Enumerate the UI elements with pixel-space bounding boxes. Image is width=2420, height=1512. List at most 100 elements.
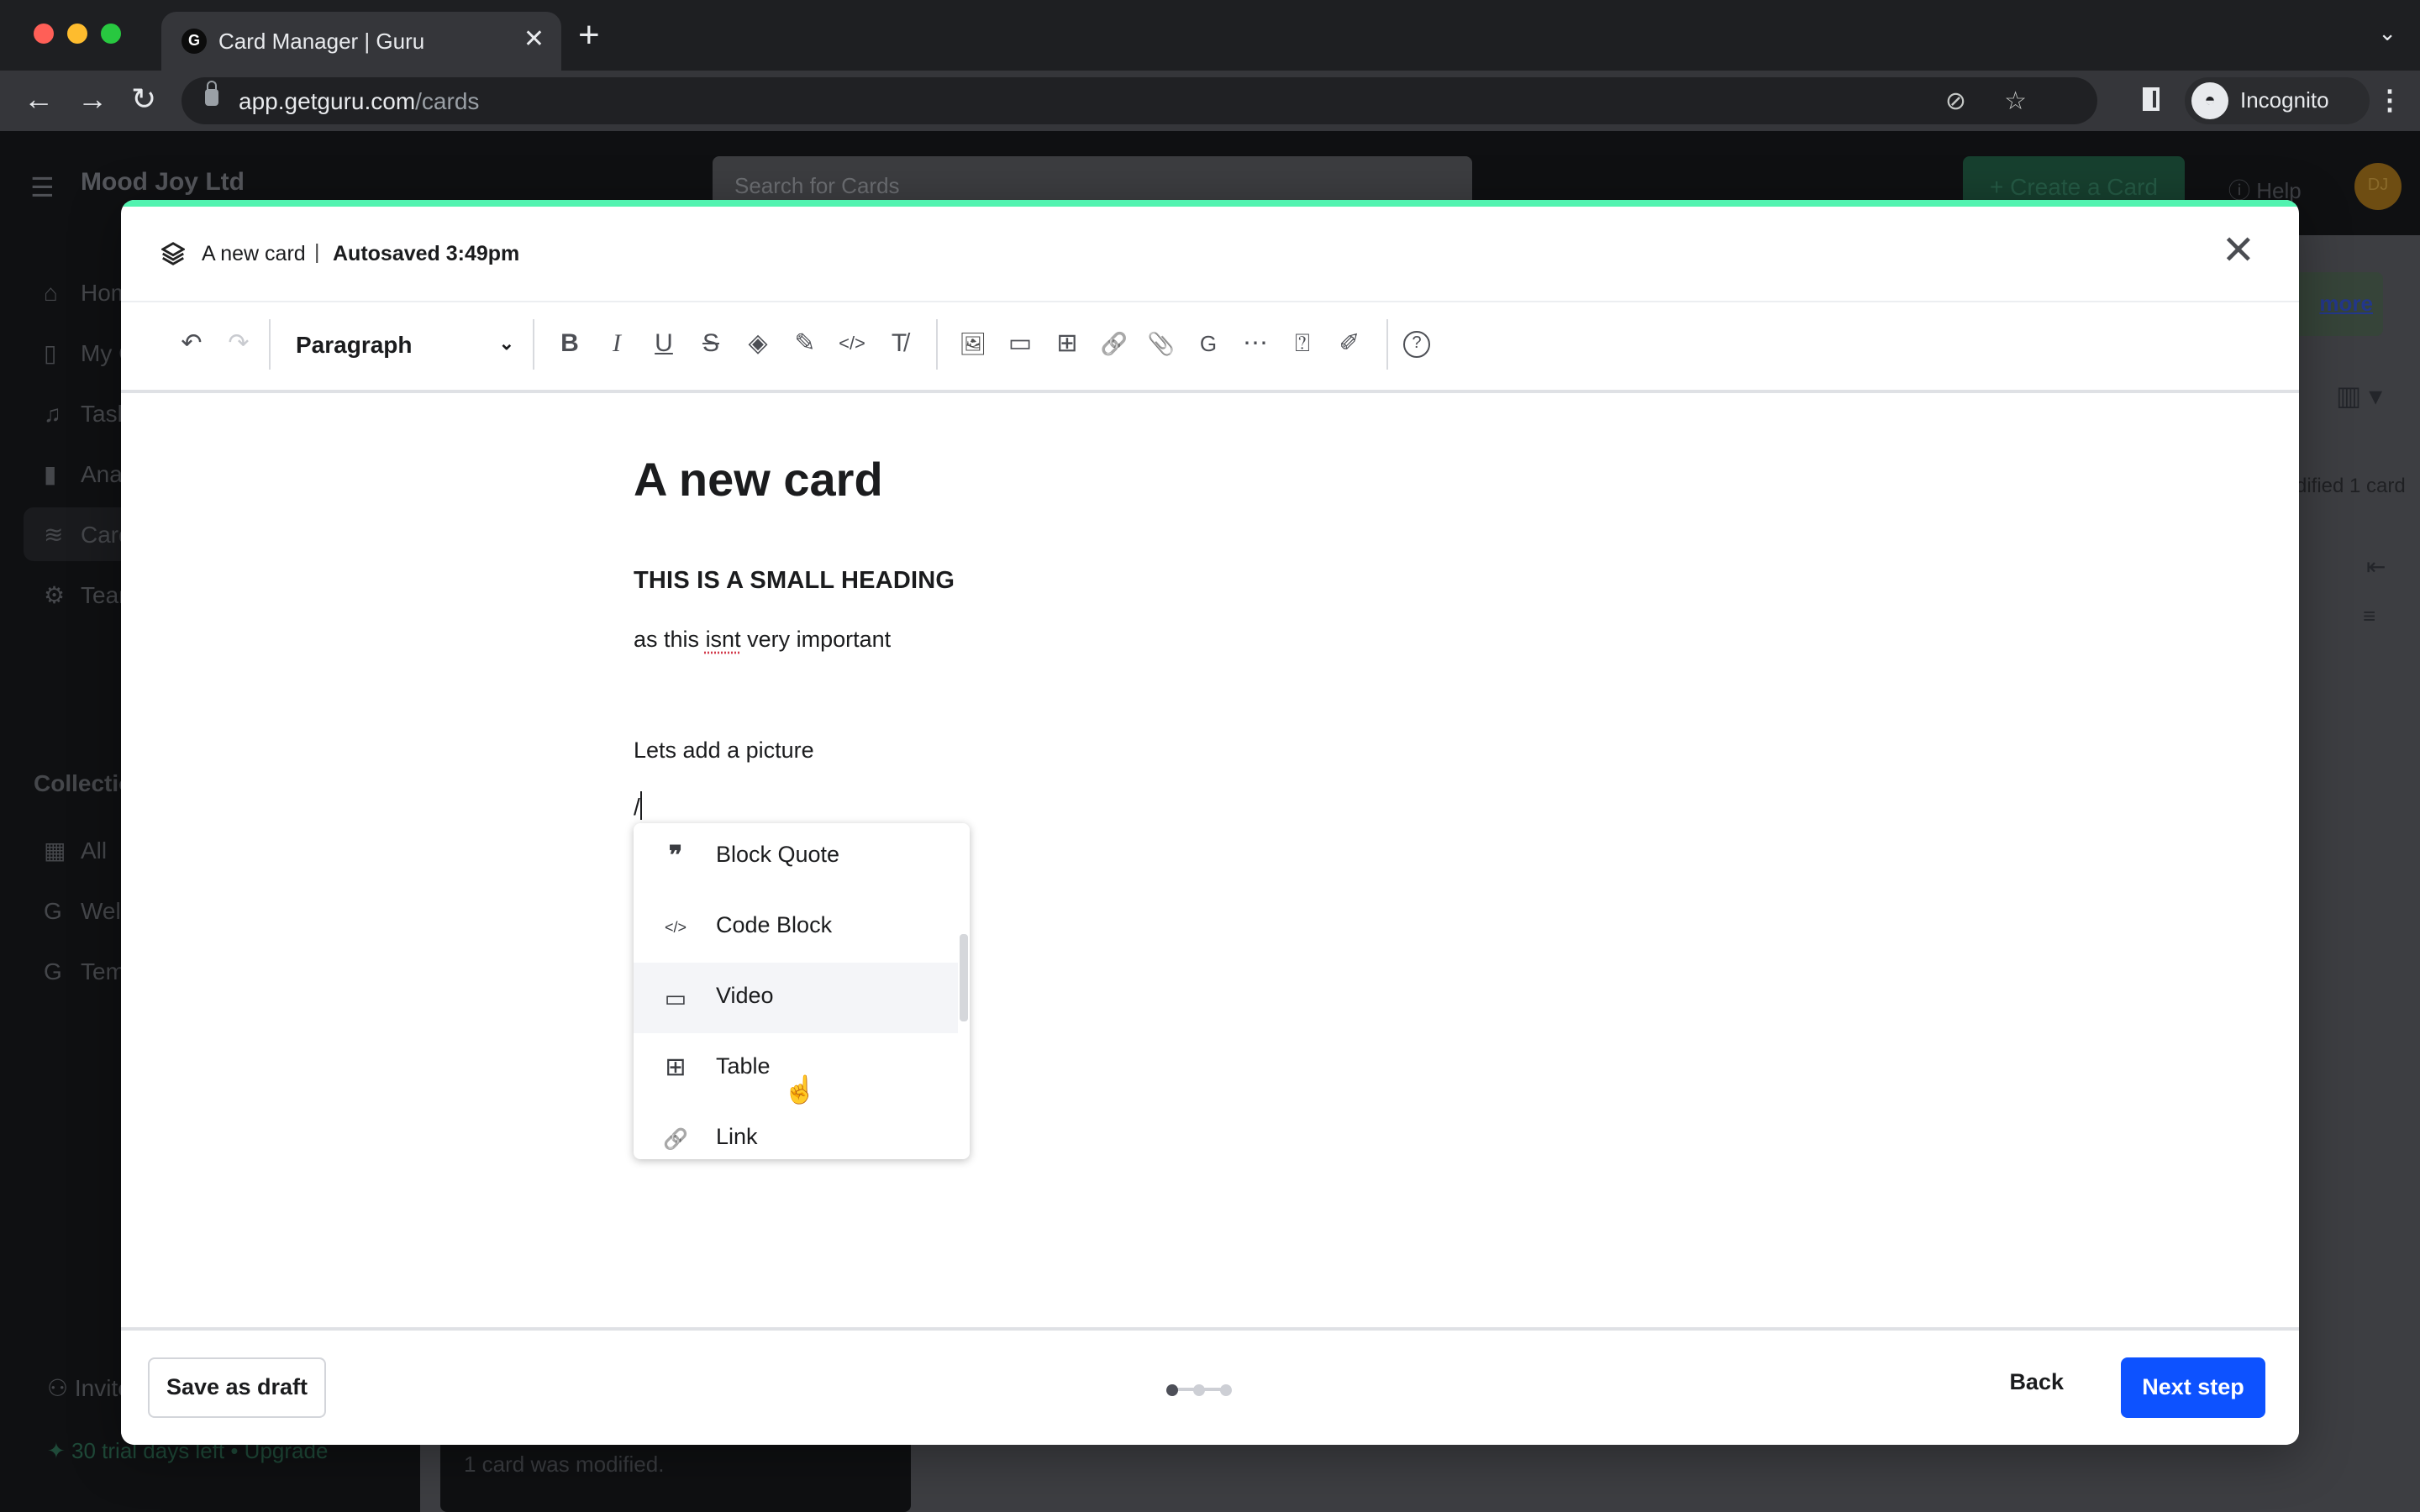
slash-command-input[interactable]: / — [634, 791, 642, 820]
undo-icon[interactable]: ↶ — [171, 324, 212, 365]
chevron-down-icon: ⌄ — [498, 334, 514, 354]
highlight-icon[interactable]: ✎ — [785, 324, 825, 365]
divider-line-icon[interactable]: ⋯ — [1235, 324, 1276, 365]
header-separator: | — [314, 240, 320, 264]
close-modal-button[interactable]: ✕ — [2222, 227, 2255, 276]
grid-icon: ▦ — [44, 837, 66, 864]
image-icon[interactable]: 🖼 — [953, 324, 993, 365]
window-zoom-button[interactable] — [101, 24, 121, 44]
step-dot-1 — [1166, 1384, 1178, 1396]
forward-arrow-icon[interactable]: → — [77, 82, 108, 118]
toolbar-divider — [936, 319, 938, 370]
inline-code-icon[interactable]: </> — [832, 324, 872, 365]
text-caret — [639, 791, 642, 820]
url-host: app.getguru.com — [239, 87, 416, 114]
save-as-draft-button[interactable]: Save as draft — [148, 1357, 326, 1418]
slash-item-label: Video — [716, 983, 774, 1008]
video-icon[interactable]: ▭ — [1000, 324, 1040, 365]
redo-icon[interactable]: ↷ — [218, 324, 259, 365]
bar-chart-icon: ▮ — [44, 460, 57, 487]
slash-item-block-quote[interactable]: ❞ Block Quote — [634, 823, 958, 892]
card-name: A new card — [202, 242, 306, 265]
embed-icon[interactable]: ⍰ — [1282, 324, 1323, 365]
browser-toolbar: ← → ↻ app.getguru.com/cards ⊘ ☆ ◓ Incogn… — [0, 71, 2420, 133]
block-type-select[interactable]: Paragraph ⌄ — [296, 324, 514, 365]
code-icon: </> — [664, 919, 687, 936]
back-arrow-icon[interactable]: ← — [24, 82, 54, 118]
table-icon[interactable]: ⊞ — [1047, 324, 1087, 365]
slash-item-label: Block Quote — [716, 842, 840, 867]
paragraph-block[interactable]: as this isnt very important — [634, 627, 891, 652]
card-title-field[interactable]: A new card — [634, 454, 883, 507]
learn-more-link: more — [2292, 272, 2383, 336]
autosave-status: Autosaved 3:49pm — [333, 242, 520, 265]
url-path: /cards — [415, 87, 480, 114]
card-content-editor[interactable]: A new card THIS IS A SMALL HEADING as th… — [121, 393, 2299, 1250]
new-tab-button[interactable]: + — [578, 13, 600, 57]
bold-icon[interactable]: B — [550, 324, 590, 365]
toolbar-divider — [533, 319, 534, 370]
help-circle-icon[interactable]: ? — [1403, 331, 1430, 358]
gear-icon: ⚙ — [44, 581, 66, 608]
hamburger-menu-icon: ☰ — [30, 175, 55, 203]
modal-header: A new card | Autosaved 3:49pm ✕ — [121, 207, 2299, 302]
text-color-icon[interactable]: ◈ — [738, 324, 778, 365]
window-close-button[interactable] — [34, 24, 54, 44]
guru-favicon-icon: G — [182, 29, 207, 54]
modal-footer: Save as draft Back Next step — [121, 1327, 2299, 1445]
attachment-icon[interactable]: 📎 — [1141, 324, 1181, 365]
toolbar-divider — [1386, 319, 1388, 370]
side-panel-icon[interactable] — [2143, 87, 2160, 111]
layers-icon — [161, 242, 185, 265]
lock-icon[interactable] — [205, 81, 218, 106]
invite-link: ⚇ Invite — [47, 1374, 131, 1403]
column-layout-icon: ▥ ▾ — [2336, 383, 2383, 412]
small-heading-block[interactable]: THIS IS A SMALL HEADING — [634, 568, 955, 595]
incognito-profile-button[interactable]: ◓ Incognito — [2185, 77, 2370, 124]
slash-command-menu: ❞ Block Quote </> Code Block ▭ Video ⊞ T… — [634, 823, 970, 1159]
italic-icon[interactable]: I — [597, 324, 637, 365]
incognito-label: Incognito — [2240, 87, 2329, 113]
layers-icon: ≋ — [44, 521, 64, 548]
bookmark-star-icon[interactable]: ☆ — [2004, 86, 2027, 116]
slash-item-video[interactable]: ▭ Video — [634, 963, 958, 1033]
link-icon[interactable]: 🔗 — [1094, 324, 1134, 365]
sparkle-icon: ✦ — [47, 1438, 72, 1463]
paragraph-block[interactable]: Lets add a picture — [634, 738, 814, 763]
tab-close-icon[interactable]: ✕ — [523, 24, 544, 54]
browser-tab[interactable]: G Card Manager | Guru ✕ — [161, 12, 561, 71]
iframe-edit-icon[interactable]: ✐ — [1329, 324, 1370, 365]
slash-item-label: Table — [716, 1053, 771, 1079]
pointer-hand-cursor-icon: ☝ — [783, 1077, 817, 1105]
paragraph-text: as this — [634, 627, 706, 652]
reload-icon[interactable]: ↻ — [131, 82, 156, 118]
add-user-icon: ⚇ — [47, 1374, 75, 1401]
slash-item-link[interactable]: 🔗 Link — [634, 1104, 958, 1159]
tab-title: Card Manager | Guru — [218, 29, 425, 54]
address-bar[interactable]: app.getguru.com/cards ⊘ ☆ — [182, 77, 2097, 124]
slash-text: / — [634, 793, 640, 820]
slash-item-code-block[interactable]: </> Code Block — [634, 892, 958, 963]
back-button[interactable]: Back — [2009, 1369, 2064, 1394]
collapse-panel-icon: ⇤ — [2366, 553, 2386, 580]
slash-menu-scrollbar[interactable] — [960, 934, 968, 1021]
editor-toolbar: ↶ ↷ Paragraph ⌄ B I U S ◈ ✎ </> T̸ 🖼 ▭ ⊞… — [121, 302, 2299, 393]
url-text[interactable]: app.getguru.com/cards — [239, 87, 479, 114]
modified-status: dified 1 card — [2296, 474, 2406, 497]
guru-card-link-icon[interactable]: G — [1188, 324, 1228, 365]
block-type-value: Paragraph — [296, 331, 413, 358]
next-step-button[interactable]: Next step — [2121, 1357, 2265, 1418]
slash-item-label: Code Block — [716, 912, 833, 937]
tab-search-chevron-icon[interactable]: ⌄ — [2378, 20, 2396, 47]
window-minimize-button[interactable] — [67, 24, 87, 44]
guru-logo-icon: G — [44, 897, 62, 924]
incognito-icon: ◓ — [2191, 82, 2228, 119]
browser-menu-icon[interactable]: ⋮ — [2376, 84, 2403, 118]
eye-off-icon[interactable]: ⊘ — [1945, 86, 1966, 116]
strikethrough-icon[interactable]: S — [691, 324, 731, 365]
filter-icon: ≡ — [2363, 603, 2376, 628]
underline-icon[interactable]: U — [644, 324, 684, 365]
step-dot-3 — [1220, 1384, 1232, 1396]
misspelled-word[interactable]: isnt — [706, 627, 741, 652]
clear-format-icon[interactable]: T̸ — [879, 324, 919, 365]
